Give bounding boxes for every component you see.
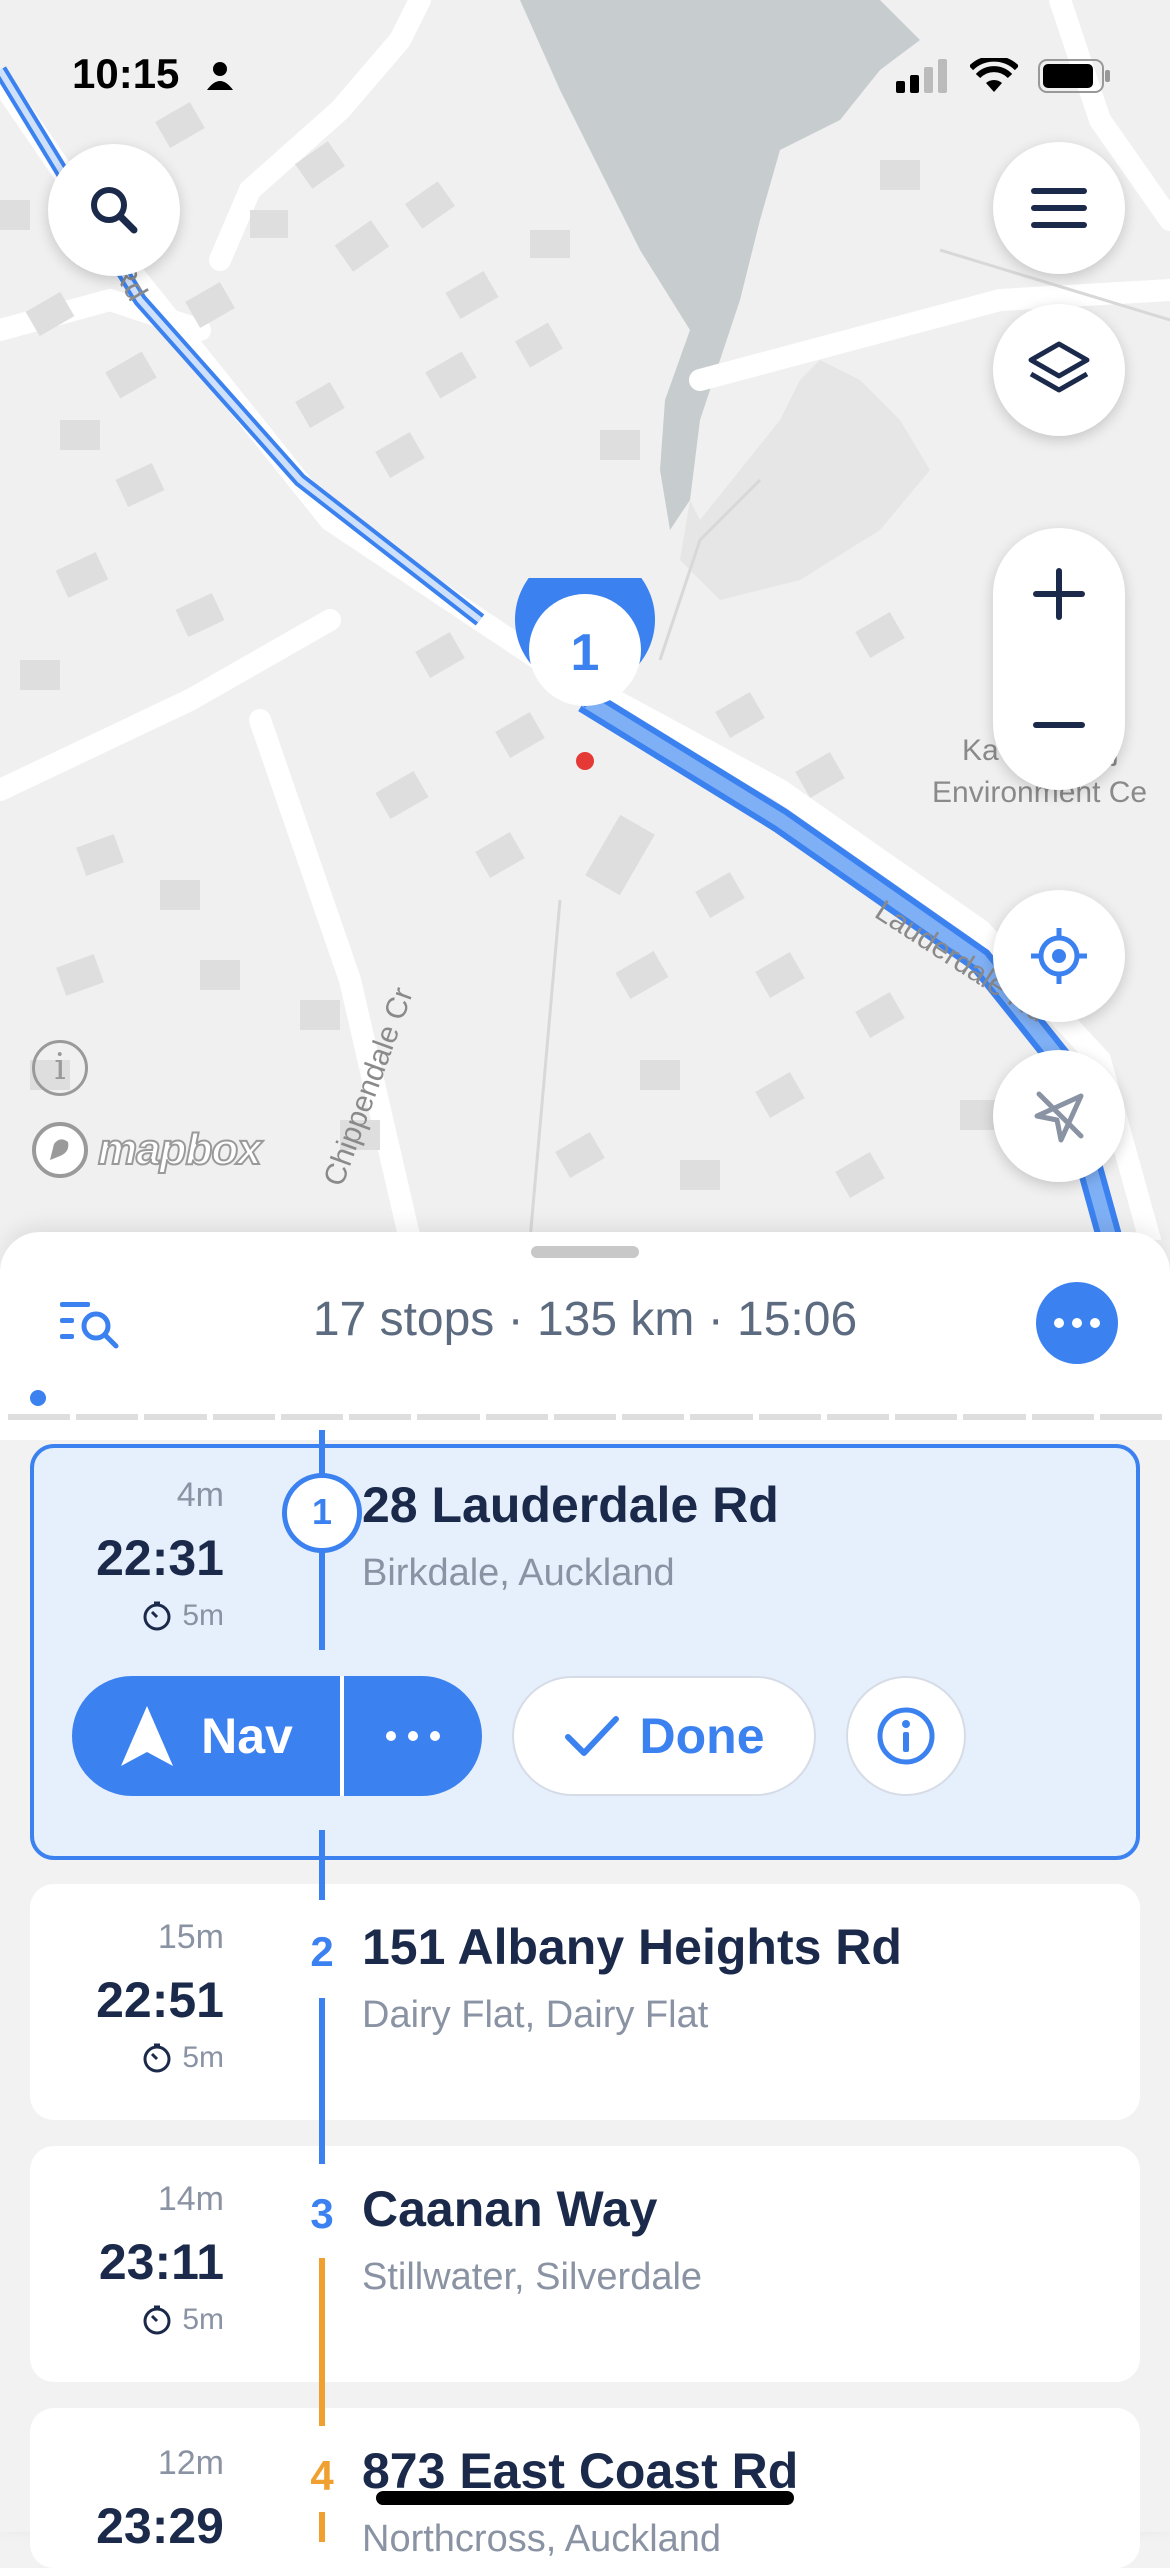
mapbox-attribution[interactable]: mapbox	[30, 1120, 263, 1180]
status-time: 10:15	[72, 50, 180, 97]
timeline-segment	[319, 1830, 325, 1900]
sheet-drag-handle[interactable]	[531, 1246, 639, 1258]
stop-4-duration: 12m	[157, 2444, 224, 2482]
stop-1-address: 28 Lauderdale Rd	[362, 1477, 779, 1533]
search-button[interactable]	[48, 144, 180, 276]
stop-1-number-badge: 1	[282, 1473, 362, 1553]
home-indicator[interactable]	[376, 2491, 794, 2505]
stop-1-area: Birkdale, Auckland	[362, 1552, 675, 1594]
nav-button[interactable]: Nav	[72, 1676, 340, 1796]
zoom-out-button[interactable]	[993, 659, 1125, 790]
route-more-button[interactable]	[1036, 1282, 1118, 1364]
stop-1-wait: 5m	[182, 1599, 224, 1632]
nav-label: Nav	[201, 1708, 293, 1764]
stop-4-number: 4	[310, 2452, 334, 2499]
ellipsis-icon	[1054, 1318, 1100, 1328]
plus-icon	[1033, 567, 1085, 620]
mapbox-logo-icon	[32, 1122, 88, 1178]
stop-4-area: Northcross, Auckland	[362, 2518, 722, 2560]
stop-1-duration: 4m	[176, 1476, 224, 1514]
navigation-off-icon	[1034, 1091, 1084, 1143]
stop-3-duration: 14m	[157, 2180, 224, 2218]
current-location-dot	[576, 752, 594, 770]
nav-split-button: Nav	[72, 1676, 482, 1796]
stop-4-eta: 23:29	[96, 2498, 224, 2554]
stop-2-eta: 22:51	[96, 1972, 224, 2028]
stop-3-times: 14m 23:11 5m	[0, 2180, 224, 2337]
timer-icon	[143, 1601, 171, 1631]
battery-icon	[1038, 59, 1110, 93]
map-info-icon[interactable]: i	[32, 1040, 88, 1096]
done-label: Done	[639, 1708, 765, 1764]
route-summary: 17 stops · 135 km · 15:06	[312, 1293, 858, 1346]
locate-icon	[1031, 928, 1087, 984]
minus-icon	[1033, 721, 1085, 728]
timeline-segment	[319, 2512, 325, 2542]
stop-2-address: 151 Albany Heights Rd	[362, 1919, 902, 1975]
route-progress-bar	[8, 1414, 1162, 1420]
stop-2-area: Dairy Flat, Dairy Flat	[362, 1994, 709, 2036]
progress-current-dot	[30, 1390, 46, 1406]
stop-2-duration: 15m	[157, 1918, 224, 1956]
navigation-mode-button[interactable]	[993, 1050, 1125, 1182]
mapbox-wordmark: mapbox	[97, 1124, 263, 1175]
stop-info-button[interactable]	[846, 1676, 966, 1796]
stop-2-number: 2	[310, 1928, 334, 1975]
map-view[interactable]: Rd Lauderdale Rd Chippendale Cr Ka Proj …	[0, 0, 1170, 1240]
search-icon	[91, 187, 138, 234]
navigation-arrow-icon	[121, 1706, 174, 1766]
ellipsis-icon	[386, 1731, 440, 1741]
menu-icon	[1031, 188, 1087, 228]
marker-number: 1	[570, 624, 600, 682]
locate-button[interactable]	[993, 890, 1125, 1022]
timer-icon	[143, 2043, 171, 2073]
stop-1-eta: 22:31	[96, 1530, 224, 1586]
stop-3-number: 3	[310, 2190, 334, 2237]
layers-button[interactable]	[993, 304, 1125, 436]
stop-3-address: Caanan Way	[362, 2181, 658, 2237]
timeline-segment	[319, 2120, 325, 2164]
menu-button[interactable]	[993, 142, 1125, 274]
status-bar: 10:15	[0, 50, 1170, 100]
stop-3-wait: 5m	[182, 2303, 224, 2336]
stop-2-wait: 5m	[182, 2041, 224, 2074]
timer-icon	[143, 2305, 171, 2335]
stop-marker[interactable]: 1	[510, 549, 660, 748]
stop-4-times: 12m 23:29	[0, 2444, 224, 2555]
info-icon	[877, 1707, 935, 1765]
timeline-segment	[319, 2382, 325, 2426]
layers-icon	[1028, 341, 1090, 393]
person-icon	[207, 62, 233, 90]
zoom-control	[993, 528, 1125, 790]
stop-1-times: 4m 22:31 5m	[0, 1476, 224, 1633]
cellular-signal-icon	[896, 59, 947, 93]
zoom-in-button[interactable]	[993, 528, 1125, 659]
done-button[interactable]: Done	[512, 1676, 816, 1796]
checkmark-icon	[564, 1716, 619, 1756]
stop-2-times: 15m 22:51 5m	[0, 1918, 224, 2075]
nav-more-button[interactable]	[344, 1676, 482, 1796]
stop-1-number: 1	[311, 1491, 333, 1532]
stop-3-eta: 23:11	[98, 2234, 224, 2290]
wifi-icon	[970, 58, 1018, 92]
stop-3-area: Stillwater, Silverdale	[362, 2256, 703, 2298]
